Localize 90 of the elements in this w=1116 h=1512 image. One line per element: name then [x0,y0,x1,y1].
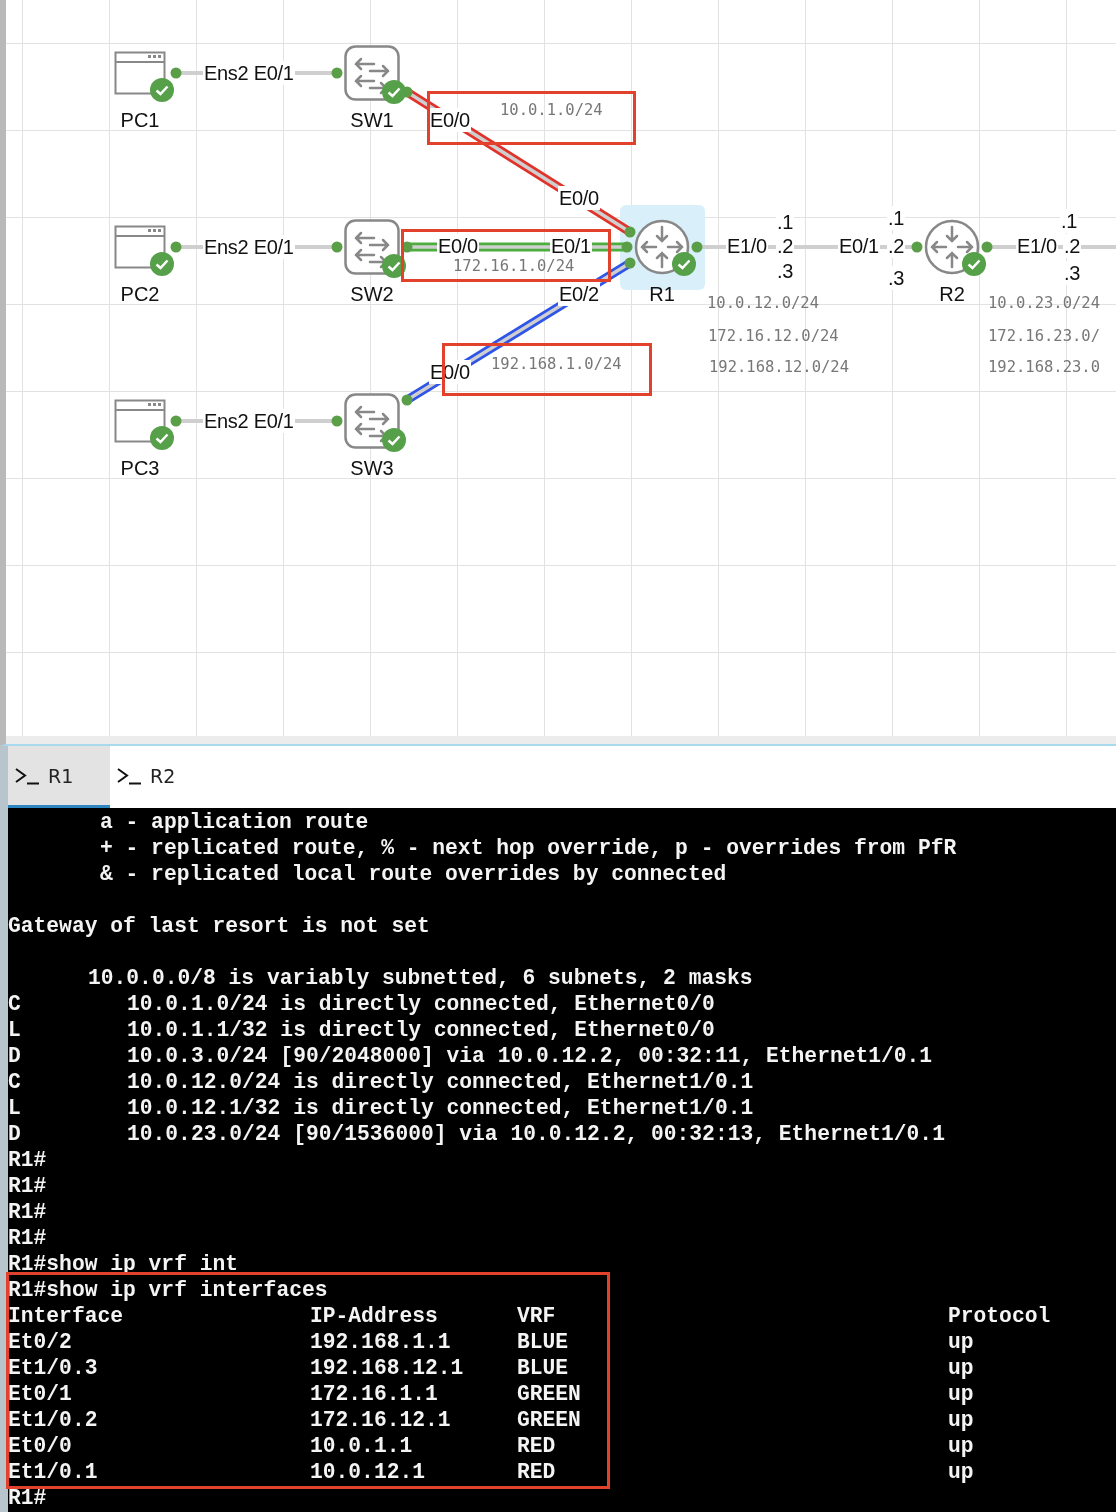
table-cell-text: up [948,1355,975,1381]
table-cell-text: 172.16.12.1 [310,1407,452,1433]
switch-icon[interactable] [344,393,400,449]
terminal-line: R1# [8,1225,47,1251]
route-text: 10.0.1.1/32 is directly connected, Ethernet0/0 [127,1017,715,1043]
terminal-prompt-icon [116,766,142,785]
table-header: Protocol [948,1303,1052,1329]
table-cell-text: BLUE [517,1355,570,1381]
interface-label: E0/0 [558,186,600,210]
subnet-label: 10.0.23.0/24 [988,293,1100,313]
node-label: SW3 [350,456,394,480]
node-label: SW2 [350,282,394,306]
subnet-label: 192.168.1.0/24 [491,354,622,374]
terminal-line: R1#show ip vrf int [8,1251,239,1277]
node-label: PC3 [120,456,160,480]
terminal-tab[interactable]: R1 [8,746,110,808]
table-cell-text: up [948,1433,975,1459]
interface-label: .2 [887,234,906,258]
table-cell-text: up [948,1329,975,1355]
node-label: R1 [649,282,675,306]
subnet-label: 192.168.12.0/24 [709,357,849,377]
interface-label: Ens2 E0/1 [203,61,295,85]
interface-label: .3 [1063,261,1082,285]
table-cell-text: 10.0.1.1 [310,1433,414,1459]
table-cell-text: Et1/0.1 [8,1459,99,1485]
node-label: PC1 [120,108,160,132]
terminal-line: 10.0.0.0/8 is variably subnetted, 6 subnets, 2 masks [88,965,753,991]
route-text: 10.0.1.0/24 is directly connected, Ethernet0/0 [127,991,715,1017]
table-header: Interface [8,1303,125,1329]
terminal-prompt-icon [14,766,40,785]
subnet-label: 172.16.12.0/24 [708,326,839,346]
pc-icon[interactable] [114,51,166,95]
table-cell-text: Et0/2 [8,1329,73,1355]
table-cell-text: BLUE [517,1329,570,1355]
table-cell-text: 10.0.12.1 [310,1459,427,1485]
route-text: 10.0.12.1/32 is directly connected, Ethernet1/0.1 [127,1095,754,1121]
terminal-line: R1# [8,1485,47,1511]
table-cell-text: Et1/0.3 [8,1355,99,1381]
switch-icon[interactable] [344,219,400,275]
subnet-label: 172.16.1.0/24 [453,256,575,276]
table-cell-text: Et0/0 [8,1433,73,1459]
route-text: 10.0.12.0/24 is directly connected, Ethernet1/0.1 [127,1069,754,1095]
switch-icon[interactable] [344,45,400,101]
interface-label: E0/0 [429,108,471,132]
interface-label: .3 [887,266,906,290]
table-header: VRF [517,1303,557,1329]
table-cell-text: RED [517,1459,557,1485]
terminal-line: R1# [8,1147,47,1173]
route-code: C [8,1069,22,1095]
terminal-line: Gateway of last resort is not set [8,913,430,939]
interface-label: E0/2 [558,282,600,306]
terminal-line: R1# [8,1173,47,1199]
terminal-line: & - replicated local route overrides by connected [100,861,727,887]
table-cell-text: 172.16.1.1 [310,1381,439,1407]
subnet-label: 10.0.12.0/24 [707,293,819,313]
terminal-line: R1# [8,1199,47,1225]
route-code: C [8,991,22,1017]
subnet-label: 192.168.23.0 [988,357,1100,377]
interface-label: Ens2 E0/1 [203,409,295,433]
table-cell-text: Et1/0.2 [8,1407,99,1433]
table-cell-text: up [948,1459,975,1485]
interface-label: .2 [1063,234,1082,258]
node-label: R2 [939,282,965,306]
table-cell-text: RED [517,1433,557,1459]
route-text: 10.0.3.0/24 [90/2048000] via 10.0.12.2, 00:32:11, Ethernet1/0.1 [127,1043,933,1069]
interface-label: .1 [887,206,906,230]
subnet-label: 172.16.23.0/ [988,326,1100,346]
table-cell-text: GREEN [517,1407,582,1433]
interface-label: .1 [1060,209,1079,233]
node-label: PC2 [120,282,160,306]
table-cell-text: up [948,1381,975,1407]
table-cell-text: 192.168.12.1 [310,1355,465,1381]
terminal-line: + - replicated route, % - next hop override, p - overrides from PfR [100,835,957,861]
pc-icon[interactable] [114,225,166,269]
table-cell-text: 192.168.1.1 [310,1329,452,1355]
table-header: IP-Address [310,1303,439,1329]
route-text: 10.0.23.0/24 [90/1536000] via 10.0.12.2, 00:32:13, Ethernet1/0.1 [127,1121,945,1147]
table-cell-text: Et0/1 [8,1381,73,1407]
terminal-line: a - application route [100,809,369,835]
route-code: L [8,1017,22,1043]
route-code: D [8,1043,22,1069]
terminal-line: R1#show ip vrf interfaces [8,1277,329,1303]
table-cell-text: GREEN [517,1381,582,1407]
table-cell-text: up [948,1407,975,1433]
pc-icon[interactable] [114,399,166,443]
subnet-label: 10.0.1.0/24 [500,100,603,120]
route-code: L [8,1095,22,1121]
interface-label: Ens2 E0/1 [203,235,295,259]
node-label: SW1 [350,108,394,132]
route-code: D [8,1121,22,1147]
